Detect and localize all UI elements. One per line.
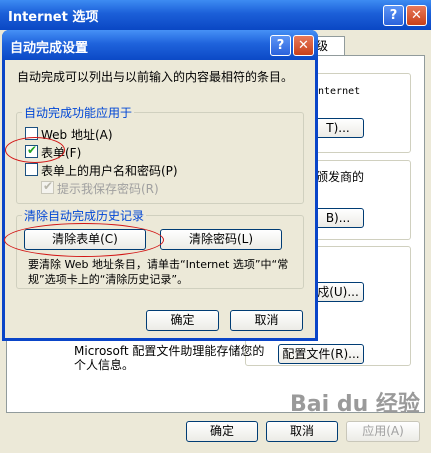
publisher-text: 颁发商的	[316, 170, 365, 184]
internet-options-title: Internet 选项	[8, 10, 99, 25]
home-page-text: nternet	[318, 86, 361, 97]
clear-group-title: 清除自动完成历史记录	[22, 207, 147, 224]
prompt-save-password-checkbox	[41, 179, 54, 194]
autocomplete-description: 自动完成可以列出与以前输入的内容最相符的条目。	[17, 70, 294, 84]
close-icon[interactable]: ✕	[406, 5, 427, 26]
dialog-cancel-button[interactable]: 取消	[230, 310, 303, 331]
dialog-ok-button[interactable]: 确定	[146, 310, 219, 331]
usernames-passwords-checkbox[interactable]	[25, 163, 38, 176]
autocomplete-title: 自动完成设置	[10, 41, 89, 56]
ok-button[interactable]: 确定	[186, 421, 258, 442]
clear-passwords-button[interactable]: 清除密码(L)	[160, 229, 282, 250]
apply-group-title: 自动完成功能应用于	[22, 104, 135, 121]
dialog-close-icon[interactable]: ✕	[293, 35, 314, 56]
autocomplete-button[interactable]: 戍(U)...	[312, 282, 364, 302]
cancel-button[interactable]: 取消	[266, 421, 338, 442]
certificate-button[interactable]: B)...	[312, 208, 364, 228]
prompt-save-password-label: 提示我保存密码(R)	[57, 182, 159, 196]
clear-forms-highlight-ellipse	[4, 223, 164, 257]
forms-highlight-ellipse	[5, 137, 65, 163]
profile-button[interactable]: 配置文件(R)...	[278, 344, 364, 364]
profile-assistant-text: Microsoft 配置文件助理能存储您的个人信息。	[74, 344, 265, 372]
baidu-watermark-logo: Bai du 经验	[290, 392, 420, 417]
help-icon[interactable]: ?	[383, 5, 404, 26]
apply-button: 应用(A)	[346, 421, 420, 442]
use-default-button[interactable]: T)...	[312, 118, 364, 138]
clear-history-note: 要清除 Web 地址条目，请单击“Internet 选项”中“常规”选项卡上的“…	[28, 258, 289, 286]
dialog-help-icon[interactable]: ?	[270, 35, 291, 56]
usernames-passwords-label[interactable]: 表单上的用户名和密码(P)	[41, 162, 178, 179]
